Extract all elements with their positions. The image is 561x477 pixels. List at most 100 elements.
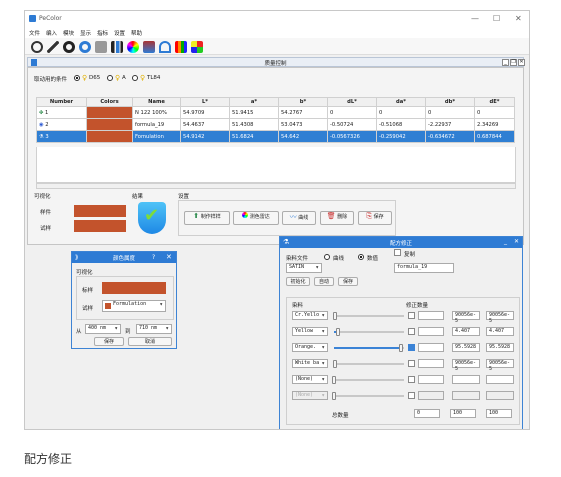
settings-icon[interactable] [31,41,43,53]
dye-lock-checkbox[interactable] [408,392,415,399]
formula-name-field[interactable]: formula_19 [394,263,454,273]
color-wheel-icon[interactable] [127,41,139,53]
dye-lock-checkbox[interactable] [408,360,415,367]
dye-correction-field[interactable] [418,391,444,400]
mdi-close-button[interactable]: ✕ [518,59,525,66]
dye-select[interactable]: Yellow [292,327,328,336]
total-value-field[interactable]: 100 [450,409,476,418]
radio-d65-selected[interactable] [74,75,80,81]
close-button[interactable]: ✕ [515,14,522,23]
col-b[interactable]: b* [278,97,328,107]
color-dialog-cancel-button[interactable]: 取消 [128,337,172,346]
color-dialog-ok-button[interactable]: 保存 [94,337,124,346]
bar-chart-icon[interactable] [111,41,123,53]
col-colors[interactable]: Colors [86,97,133,107]
dye-correction-field[interactable] [418,327,444,336]
document-icon[interactable] [95,41,107,53]
delete-button[interactable]: 🗑 删除 [320,211,354,225]
gradient-icon[interactable] [143,41,155,53]
dye-correction-field[interactable] [418,359,444,368]
dye-result-field[interactable]: 90056e-5 [486,311,514,324]
spectrum-bars-icon[interactable] [175,41,187,53]
dye-result-field[interactable] [486,375,514,384]
radio-value-selected[interactable] [358,254,364,260]
dye-select[interactable]: Cr.Yello [292,311,328,320]
col-de[interactable]: dE* [474,97,515,107]
radio-a[interactable] [107,75,113,81]
ring-icon[interactable] [79,41,91,53]
menu-display[interactable]: 显示 [80,29,91,37]
dye-slider-handle[interactable] [333,360,338,368]
dye-file-select[interactable]: SATIN [286,263,322,273]
dye-value-field[interactable] [452,375,480,384]
mdi-restore-button[interactable]: ❐ [510,59,517,66]
col-a[interactable]: a* [229,97,279,107]
save-button[interactable]: ⎘ 保存 [358,211,392,225]
table-row[interactable]: ✤ 1 N 122 100% 54.9709 51.9415 54.2767 0… [36,106,515,119]
dye-correction-field[interactable] [418,311,444,320]
dye-slider[interactable] [332,376,404,384]
dye-slider[interactable] [333,312,404,320]
make-sample-button[interactable]: ⬆ 制作样样 [184,211,230,225]
dye-slider-handle[interactable] [399,344,404,352]
menu-help[interactable]: 帮助 [131,29,142,37]
table-row-selected[interactable]: ⚗ 3 Fomulation 54.9142 51.6824 54.642 -0… [36,130,515,143]
dye-slider-handle[interactable] [335,328,340,336]
dye-lock-checkbox[interactable] [408,344,415,351]
menu-settings[interactable]: 设置 [114,29,125,37]
dye-slider[interactable] [333,360,404,368]
dye-lock-checkbox[interactable] [408,376,415,383]
from-select[interactable]: 400 nm [85,324,121,334]
mdi-minimize-button[interactable]: _ [502,59,509,66]
col-da[interactable]: da* [376,97,426,107]
dye-value-field[interactable]: 90056e-5 [452,311,480,324]
dye-result-field[interactable] [486,391,514,400]
dye-select[interactable]: Orange. [292,343,328,352]
maximize-button[interactable]: ☐ [493,14,500,23]
dye-slider-handle[interactable] [332,376,336,384]
formula-dialog-minimize-button[interactable]: _ [504,238,507,245]
horizontal-scrollbar[interactable] [36,183,516,189]
radio-tl84[interactable] [132,75,138,81]
dye-slider[interactable] [334,344,404,352]
dye-slider[interactable] [334,328,404,336]
auto-button[interactable]: 自动 [314,277,334,286]
menu-index[interactable]: 指标 [97,29,108,37]
trial-select[interactable]: Formulation [102,300,166,312]
dye-value-field[interactable]: 4.407 [452,327,480,336]
palette-grid-icon[interactable] [191,41,203,53]
formula-dialog-close-button[interactable]: ✕ [514,238,519,245]
circle-icon[interactable] [63,41,75,53]
menu-file[interactable]: 文件 [29,29,40,37]
dye-lock-checkbox[interactable] [408,328,415,335]
dye-correction-field[interactable] [418,343,444,352]
dye-select[interactable]: (None) [292,391,328,400]
total-result-field[interactable]: 100 [486,409,512,418]
color-dialog-close-button[interactable]: ✕ [166,253,172,261]
dye-value-field[interactable] [452,391,480,400]
help-button[interactable]: ? [152,254,155,261]
dye-value-field[interactable]: 95.5928 [452,343,480,352]
table-row[interactable]: ◉ 2 formula_19 54.4637 51.4308 53.0473 -… [36,118,515,131]
dye-slider-handle[interactable] [333,312,338,320]
radio-curve[interactable] [324,254,330,260]
col-db[interactable]: db* [425,97,475,107]
to-select[interactable]: 710 nm [136,324,172,334]
gauge-icon[interactable] [159,41,171,53]
col-dl[interactable]: dL* [327,97,377,107]
dye-result-field[interactable]: 4.407 [486,327,514,336]
formula-save-button[interactable]: 保存 [338,277,358,286]
total-correction-field[interactable]: 0 [414,409,440,418]
color-radar-button[interactable]: 测色雷达 [233,211,279,225]
dye-value-field[interactable]: 90056e-5 [452,359,480,372]
dye-correction-field[interactable] [418,375,444,384]
initialize-button[interactable]: 初始化 [286,277,310,286]
dye-select[interactable]: White ba [292,359,328,368]
dye-result-field[interactable]: 95.5928 [486,343,514,352]
col-name[interactable]: Name [132,97,181,107]
col-l[interactable]: L* [180,97,230,107]
dye-lock-checkbox[interactable] [408,312,415,319]
pen-icon[interactable] [47,41,59,53]
menu-module[interactable]: 模块 [63,29,74,37]
copy-checkbox[interactable] [394,249,401,256]
